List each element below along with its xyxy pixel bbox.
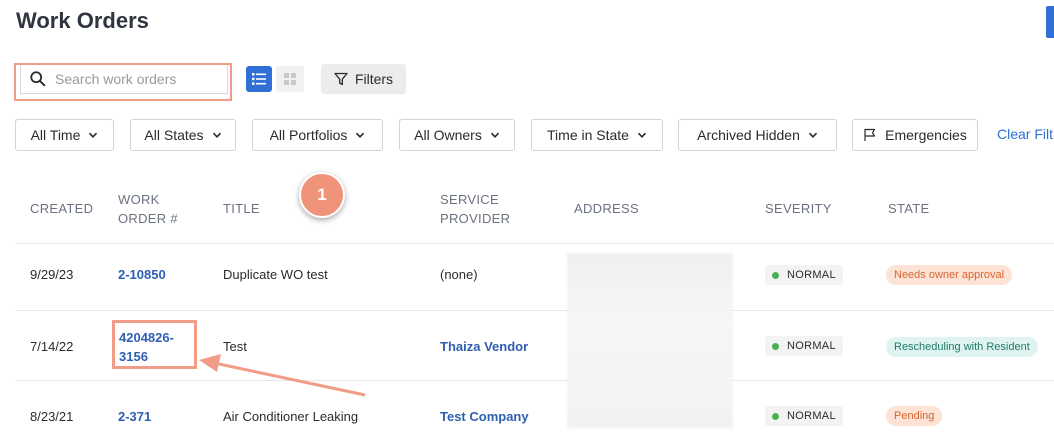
owners-filter-label: All Owners (414, 127, 482, 143)
status-dot-icon (772, 342, 779, 350)
chevron-down-icon (356, 132, 365, 138)
search-highlight-annotation (14, 63, 232, 101)
time-filter-label: All Time (30, 127, 81, 143)
chevron-down-icon (808, 132, 817, 138)
column-header-work-order-line2: ORDER # (118, 211, 178, 226)
portfolios-filter-label: All Portfolios (269, 127, 348, 143)
filters-button-label: Filters (354, 71, 394, 87)
time-filter-dropdown[interactable]: All Time (15, 119, 114, 151)
portfolios-filter-dropdown[interactable]: All Portfolios (252, 119, 383, 151)
chevron-down-icon (212, 132, 221, 138)
table-divider (15, 310, 1054, 311)
page-title: Work Orders (16, 8, 149, 33)
severity-label: NORMAL (787, 410, 836, 422)
severity-label: NORMAL (787, 340, 836, 352)
table-divider (15, 380, 1054, 381)
archived-filter-label: Archived Hidden (697, 127, 800, 143)
severity-badge: NORMAL (765, 336, 843, 356)
primary-action-button[interactable] (1046, 6, 1054, 38)
state-badge: Rescheduling with Resident (886, 337, 1038, 357)
work-order-title: Air Conditioner Leaking (223, 409, 359, 424)
work-order-title: Duplicate WO test (223, 267, 328, 282)
table-divider (15, 243, 1054, 244)
severity-badge: NORMAL (765, 406, 843, 426)
service-provider: (none) (440, 267, 478, 282)
created-date: 7/14/22 (30, 339, 74, 354)
chevron-down-icon (637, 132, 647, 138)
redacted-address-blur (567, 253, 733, 428)
chevron-down-icon (89, 132, 98, 138)
severity-badge: NORMAL (765, 265, 843, 285)
clear-filters-link[interactable]: Clear Filt (997, 126, 1053, 142)
emergencies-filter-label: Emergencies (885, 127, 967, 143)
flag-icon (864, 128, 876, 141)
service-provider-link[interactable]: Thaiza Vendor (440, 339, 528, 354)
time-in-state-filter-dropdown[interactable]: Time in State (531, 119, 663, 151)
column-header-work-order-line1: WORK (118, 192, 160, 207)
column-header-title[interactable]: TITLE (223, 199, 260, 218)
state-badge: Needs owner approval (886, 265, 1013, 285)
grid-icon (284, 73, 296, 85)
column-header-work-order[interactable]: WORK ORDER # (118, 190, 178, 228)
state-badge: Pending (886, 406, 943, 426)
step-number-badge: 1 (299, 172, 345, 218)
filters-button[interactable]: Filters (321, 64, 406, 94)
column-header-severity[interactable]: SEVERITY (765, 199, 832, 218)
archived-filter-dropdown[interactable]: Archived Hidden (678, 119, 837, 151)
work-order-link[interactable]: 2-10850 (118, 267, 166, 282)
column-header-state[interactable]: STATE (888, 199, 929, 218)
states-filter-label: All States (144, 127, 204, 143)
column-header-address[interactable]: ADDRESS (574, 199, 639, 218)
work-order-highlight-annotation (112, 320, 197, 369)
status-dot-icon (772, 271, 779, 279)
chevron-down-icon (490, 132, 499, 138)
column-header-service-provider-line1: SERVICE (440, 192, 499, 207)
service-provider-link[interactable]: Test Company (440, 409, 529, 424)
grid-view-toggle[interactable] (276, 66, 304, 92)
list-view-toggle[interactable] (246, 66, 272, 92)
work-order-link[interactable]: 2-371 (118, 409, 151, 424)
list-icon (252, 73, 266, 85)
emergencies-filter-button[interactable]: Emergencies (852, 119, 978, 151)
column-header-service-provider-line2: PROVIDER (440, 211, 511, 226)
time-in-state-filter-label: Time in State (547, 127, 629, 143)
severity-label: NORMAL (787, 269, 836, 281)
created-date: 9/29/23 (30, 267, 74, 282)
status-dot-icon (772, 412, 779, 420)
states-filter-dropdown[interactable]: All States (130, 119, 236, 151)
column-header-service-provider[interactable]: SERVICE PROVIDER (440, 190, 510, 228)
filter-icon (334, 72, 348, 86)
arrow-annotation-icon (199, 354, 366, 397)
owners-filter-dropdown[interactable]: All Owners (399, 119, 515, 151)
created-date: 8/23/21 (30, 409, 74, 424)
column-header-created[interactable]: CREATED (30, 199, 93, 218)
